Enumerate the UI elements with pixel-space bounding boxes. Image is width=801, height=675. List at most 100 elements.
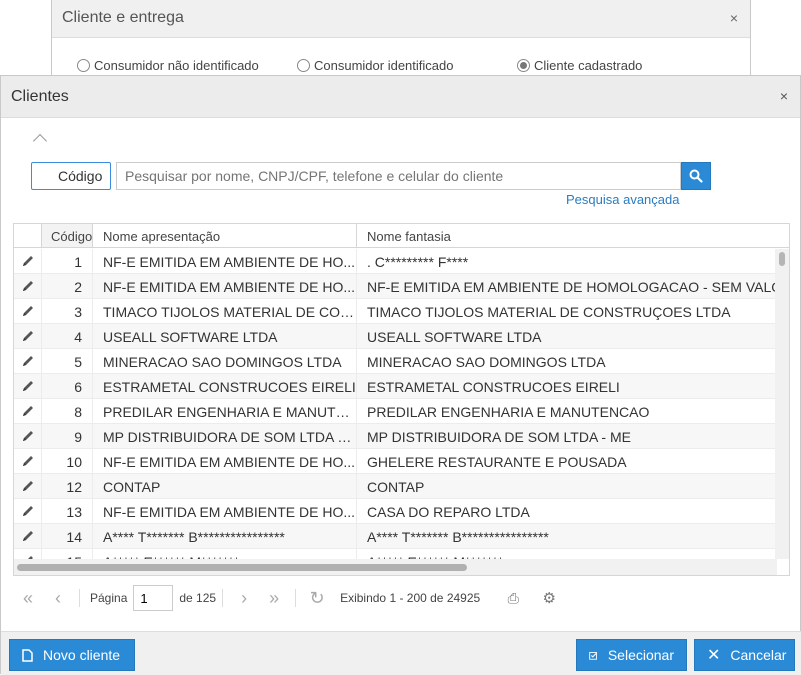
chevron-up-icon[interactable]	[32, 133, 48, 149]
cell-code: 12	[42, 474, 93, 498]
horizontal-scroll-thumb[interactable]	[17, 564, 467, 571]
clientes-dialog: Clientes × Código Pesquisa avançada Códi…	[0, 75, 801, 675]
dialog-footer: Novo cliente Selecionar ✕ Cancelar	[1, 631, 801, 675]
cell-display-name: MP DISTRIBUIDORA DE SOM LTDA - ...	[93, 424, 357, 448]
background-dialog-title: Cliente e entrega	[62, 9, 184, 26]
select-button[interactable]: Selecionar	[576, 639, 687, 671]
cell-display-name: MINERACAO SAO DOMINGOS LTDA	[93, 349, 357, 373]
next-page-icon[interactable]: ›	[229, 588, 259, 609]
edit-pencil-icon[interactable]	[14, 274, 42, 298]
grid-header: Código Nome apresentação Nome fantasia	[14, 224, 789, 248]
settings-gear-icon[interactable]: ⚙	[534, 589, 564, 607]
cell-code: 2	[42, 274, 93, 298]
table-row[interactable]: 10 NF-E EMITIDA EM AMBIENTE DE HO... GHELE…	[14, 449, 776, 474]
cell-fantasy-name: ESTRAMETAL CONSTRUCOES EIRELI	[367, 379, 620, 395]
table-row[interactable]: 6 ESTRAMETAL CONSTRUCOES EIRELI ESTRAMETAL…	[14, 374, 776, 399]
divider	[222, 589, 224, 607]
cell-code: 8	[42, 399, 93, 423]
table-row[interactable]: 9 MP DISTRIBUIDORA DE SOM LTDA - ... MP DI…	[14, 424, 776, 449]
edit-pencil-icon[interactable]	[14, 499, 42, 523]
document-icon	[22, 648, 33, 662]
edit-pencil-icon[interactable]	[14, 349, 42, 373]
cell-code: 14	[42, 524, 93, 548]
page-label: Página	[90, 591, 128, 605]
table-row[interactable]: 3 TIMACO TIJOLOS MATERIAL DE CON... TIMACO…	[14, 299, 776, 324]
radio-label: Consumidor identificado	[314, 58, 454, 73]
table-row[interactable]: 1 NF-E EMITIDA EM AMBIENTE DE HO... . C***…	[14, 249, 776, 274]
horizontal-scrollbar[interactable]	[14, 559, 777, 575]
cell-fantasy-name: A***** E****** M*******	[357, 549, 776, 559]
cell-code: 3	[42, 299, 93, 323]
cell-fantasy-name: USEALL SOFTWARE LTDA	[367, 329, 542, 345]
edit-pencil-icon[interactable]	[14, 324, 42, 348]
cell-fantasy-name: MP DISTRIBUIDORA DE SOM LTDA - ME	[367, 429, 631, 445]
vertical-scrollbar[interactable]	[775, 249, 789, 559]
cell-display-name: A**** T******* B****************	[93, 524, 357, 548]
print-icon[interactable]: ⎙	[498, 590, 528, 607]
table-row[interactable]: 2 NF-E EMITIDA EM AMBIENTE DE HO... NF-E E…	[14, 274, 776, 299]
table-row[interactable]: 13 NF-E EMITIDA EM AMBIENTE DE HO... CASA …	[14, 499, 776, 524]
cell-fantasy-name: CASA DO REPARO LTDA	[367, 504, 530, 520]
advanced-search-link[interactable]: Pesquisa avançada	[566, 192, 679, 207]
cell-fantasy-name: NF-E EMITIDA EM AMBIENTE DE HOMOLOGACAO …	[367, 279, 776, 295]
cell-display-name: USEALL SOFTWARE LTDA	[93, 324, 357, 348]
new-client-button[interactable]: Novo cliente	[9, 639, 135, 671]
table-row[interactable]: 4 USEALL SOFTWARE LTDA USEALL SOFTWARE LTD…	[14, 324, 776, 349]
radio-checked-icon	[517, 59, 530, 72]
cell-display-name: PREDILAR ENGENHARIA E MANUTEN...	[93, 399, 357, 423]
dialog-header: Clientes ×	[1, 76, 800, 118]
table-row[interactable]: 5 MINERACAO SAO DOMINGOS LTDA MINERACAO SA…	[14, 349, 776, 374]
divider	[295, 589, 297, 607]
radio-consumidor-identificado[interactable]: Consumidor identificado	[297, 58, 453, 73]
edit-pencil-icon[interactable]	[14, 374, 42, 398]
background-dialog-header: Cliente e entrega ×	[52, 0, 750, 38]
cell-fantasy-name: . C********* F****	[367, 254, 469, 270]
refresh-icon[interactable]: ↻	[302, 588, 332, 609]
cell-code: 1	[42, 249, 93, 273]
pager: « ‹ Página de 125 › » ↻ Exibindo 1 - 200…	[13, 578, 790, 618]
edit-pencil-icon[interactable]	[14, 549, 42, 559]
cell-fantasy-name: TIMACO TIJOLOS MATERIAL DE CONSTRUÇOES L…	[367, 304, 731, 320]
table-row[interactable]: 15A***** E****** M*******A***** E****** …	[14, 549, 776, 559]
dialog-title: Clientes	[11, 88, 69, 105]
search-button[interactable]	[681, 162, 711, 190]
background-dialog: Cliente e entrega × Consumidor não ident…	[51, 0, 751, 80]
table-row[interactable]: 14 A**** T******* B**************** A**** …	[14, 524, 776, 549]
cell-display-name: CONTAP	[93, 474, 357, 498]
new-client-label: Novo cliente	[43, 647, 121, 663]
edit-pencil-icon[interactable]	[14, 249, 42, 273]
header-fantasy-name[interactable]: Nome fantasia	[357, 224, 777, 247]
search-input[interactable]	[116, 162, 681, 190]
radio-label: Cliente cadastrado	[534, 58, 643, 73]
background-close-icon[interactable]: ×	[730, 10, 738, 26]
radio-icon	[297, 59, 310, 72]
page-number-input[interactable]	[133, 585, 174, 611]
radio-cliente-cadastrado[interactable]: Cliente cadastrado	[517, 58, 642, 73]
edit-pencil-icon[interactable]	[14, 474, 42, 498]
table-row[interactable]: 12 CONTAP CONTAP	[14, 474, 776, 499]
cell-code: 15	[42, 549, 93, 559]
cell-fantasy-name: MINERACAO SAO DOMINGOS LTDA	[367, 354, 606, 370]
cell-display-name: NF-E EMITIDA EM AMBIENTE DE HO...	[93, 499, 357, 523]
header-display-name[interactable]: Nome apresentação	[93, 224, 357, 247]
vertical-scroll-thumb[interactable]	[779, 252, 785, 266]
radio-consumidor-nao-identificado[interactable]: Consumidor não identificado	[77, 58, 259, 73]
edit-pencil-icon[interactable]	[14, 299, 42, 323]
close-icon[interactable]: ×	[780, 88, 788, 104]
previous-page-icon[interactable]: ‹	[43, 588, 73, 609]
cell-code: 4	[42, 324, 93, 348]
cell-display-name: A***** E****** M*******	[93, 549, 357, 559]
edit-pencil-icon[interactable]	[14, 524, 42, 548]
cancel-button[interactable]: ✕ Cancelar	[694, 639, 795, 671]
first-page-icon[interactable]: «	[13, 588, 43, 609]
edit-pencil-icon[interactable]	[14, 424, 42, 448]
showing-records: Exibindo 1 - 200 de 24925	[340, 591, 481, 605]
last-page-icon[interactable]: »	[259, 588, 289, 609]
edit-pencil-icon[interactable]	[14, 449, 42, 473]
search-type-selector[interactable]: Código	[31, 162, 111, 190]
header-code[interactable]: Código	[42, 224, 93, 247]
edit-pencil-icon[interactable]	[14, 399, 42, 423]
table-row[interactable]: 8 PREDILAR ENGENHARIA E MANUTEN... PREDILA…	[14, 399, 776, 424]
cell-fantasy-name: GHELERE RESTAURANTE E POUSADA	[367, 454, 627, 470]
cell-fantasy-name: CONTAP	[367, 479, 425, 495]
